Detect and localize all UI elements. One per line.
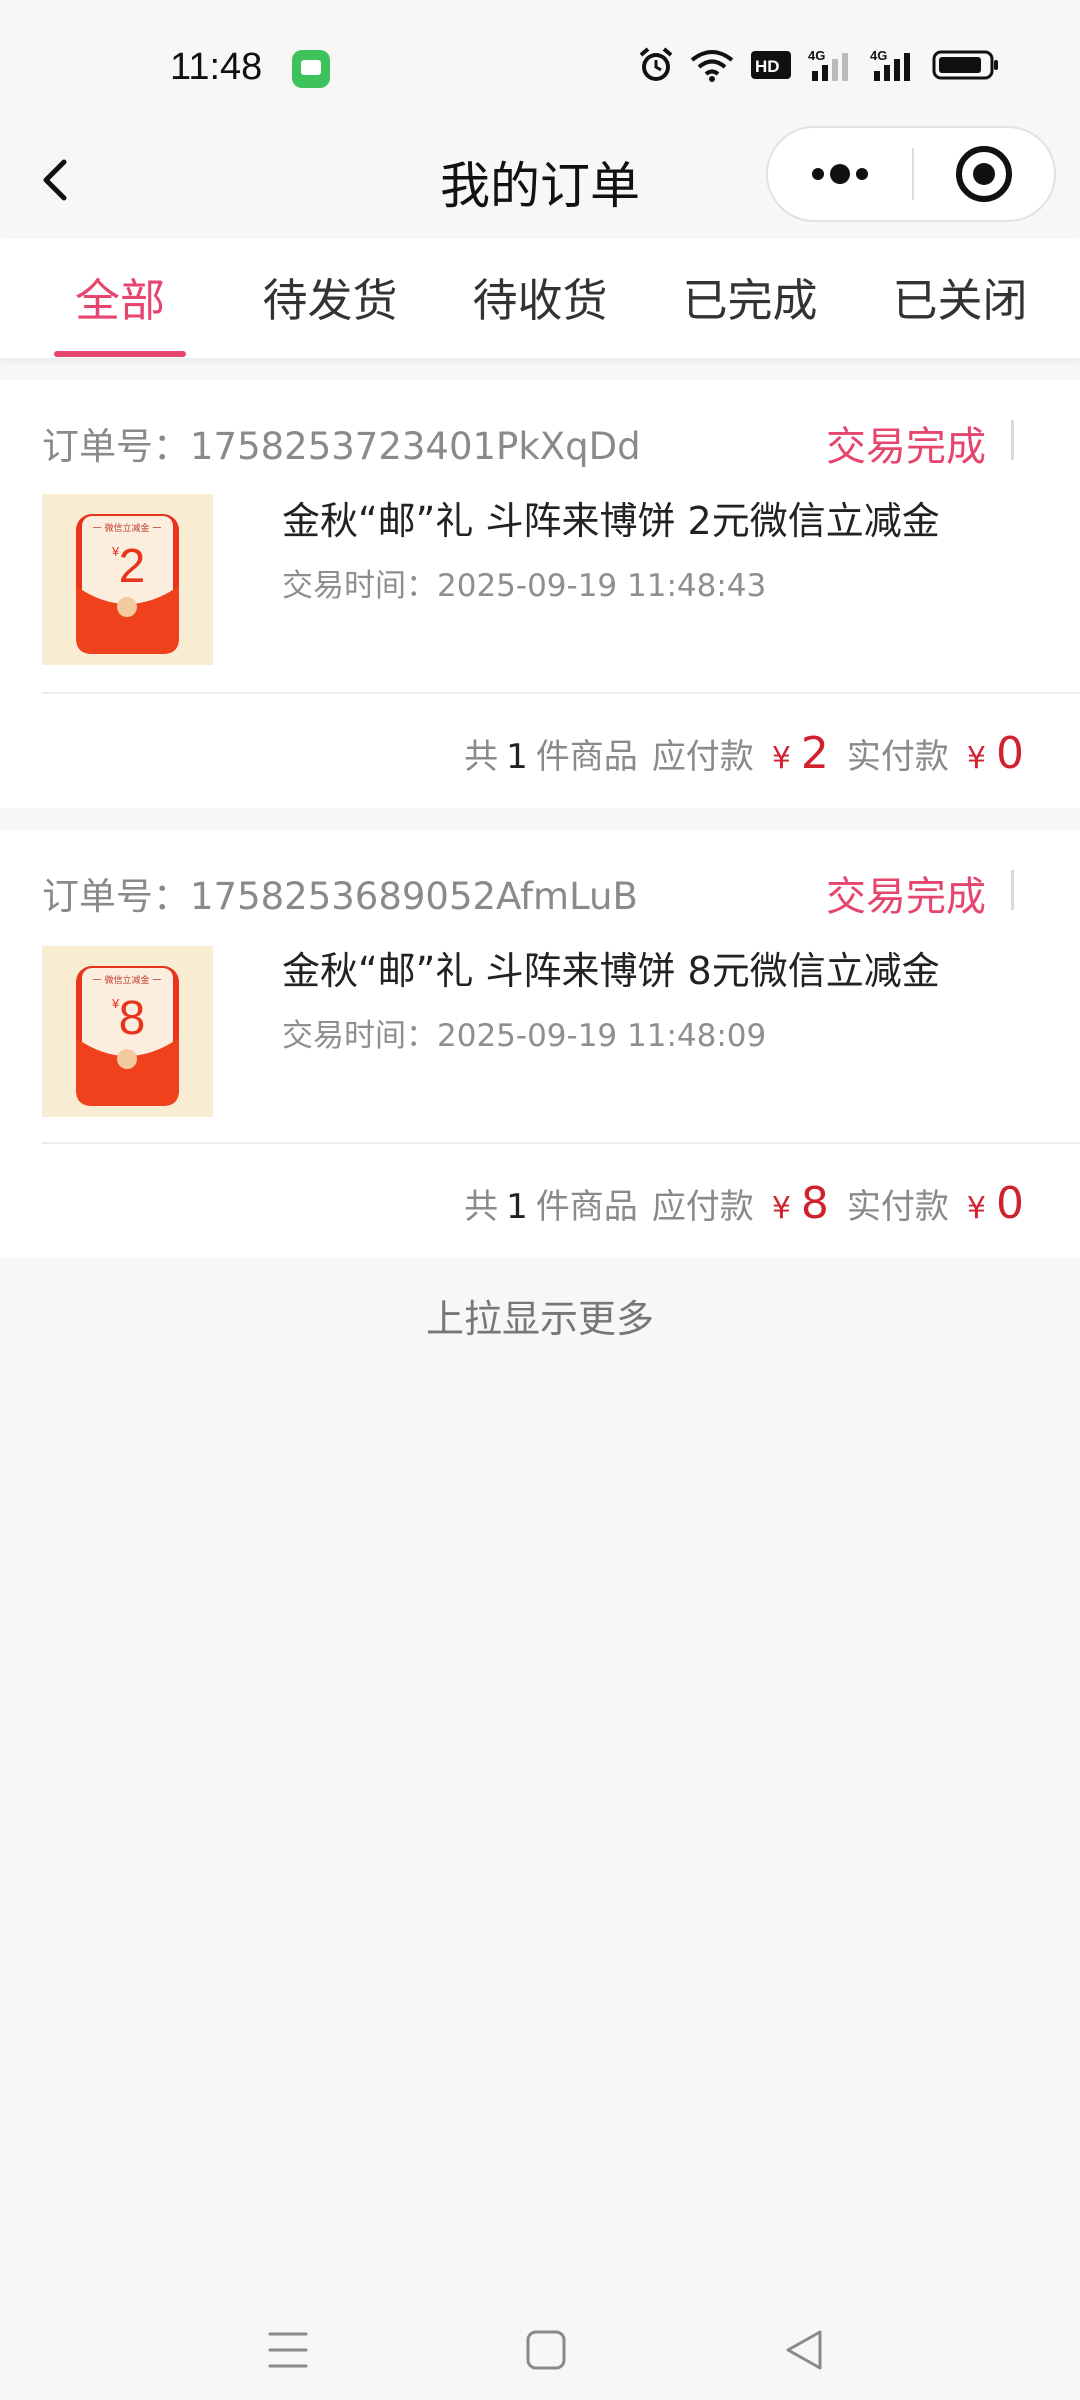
signal-4g-icon: 4G [870, 47, 916, 87]
tab-pending-receipt[interactable]: 待收货 [455, 238, 625, 358]
count-prefix: 共 [464, 1187, 499, 1227]
order-status: 交易完成 [826, 424, 986, 470]
paid-label: 实付款 [846, 737, 949, 777]
product-thumbnail: 一 微信立减金 一 ¥ 8 [42, 946, 213, 1117]
hd-icon: HD [750, 50, 792, 84]
paid-amount: 0 [996, 1178, 1024, 1229]
order-time-label: 交易时间： [282, 568, 437, 604]
tab-completed[interactable]: 已完成 [665, 238, 835, 358]
order-number-label: 订单号： [42, 875, 190, 918]
order-card[interactable]: 订单号：1758253723401PkXqDd 交易完成 一 微信立减金 一 ¥… [0, 380, 1080, 808]
svg-text:一 微信立减金 一: 一 微信立减金 一 [93, 974, 162, 986]
battery-icon [932, 49, 1000, 85]
order-card[interactable]: 订单号：1758253689052AfmLuB 交易完成 一 微信立减金 一 ¥… [0, 830, 1080, 1258]
order-number: 订单号：1758253689052AfmLuB [42, 866, 638, 920]
paid-amount: 0 [996, 728, 1024, 779]
message-app-icon [292, 50, 330, 88]
target-close-icon [956, 146, 1012, 202]
svg-text:一 微信立减金 一: 一 微信立减金 一 [93, 522, 162, 534]
svg-text:2: 2 [119, 540, 146, 593]
order-time-value: 2025-09-19 11:48:43 [437, 568, 767, 604]
alarm-icon [638, 46, 674, 88]
load-more-hint: 上拉显示更多 [425, 1297, 654, 1341]
payable-label: 应付款 [651, 737, 754, 777]
status-icons: HD 4G 4G [638, 46, 1000, 88]
svg-text:8: 8 [119, 992, 146, 1045]
count-suffix: 件商品 [535, 1187, 638, 1227]
currency-symbol: ¥ [771, 741, 791, 776]
card-divider [42, 1142, 1080, 1144]
item-count: 1 [506, 737, 528, 777]
status-divider [1011, 870, 1014, 910]
card-divider [42, 692, 1080, 694]
product-title: 金秋“邮”礼 斗阵来博饼 8元微信立减金 [282, 949, 940, 993]
order-summary: 共 1 件商品 应付款 ¥ 8 实付款 ¥ 0 [464, 1178, 1024, 1229]
order-number-value: 1758253689052AfmLuB [190, 875, 638, 918]
tab-all[interactable]: 全部 [35, 238, 205, 358]
item-count: 1 [506, 1187, 528, 1227]
order-number-label: 订单号： [42, 425, 190, 468]
close-button[interactable] [914, 128, 1054, 220]
count-suffix: 件商品 [535, 737, 638, 777]
recent-apps-button[interactable] [248, 2310, 328, 2390]
svg-text:4G: 4G [870, 48, 887, 63]
payable-amount: 2 [800, 728, 829, 779]
paid-label: 实付款 [846, 1187, 949, 1227]
home-square-icon [526, 2330, 566, 2370]
active-tab-indicator [54, 351, 186, 357]
currency-symbol: ¥ [771, 1191, 791, 1226]
status-divider [1011, 420, 1014, 460]
svg-text:4G: 4G [808, 48, 825, 63]
tab-closed[interactable]: 已关闭 [875, 238, 1045, 358]
order-time-value: 2025-09-19 11:48:09 [437, 1018, 767, 1054]
wifi-icon [690, 48, 734, 86]
signal-4g-icon: 4G [808, 47, 854, 87]
currency-symbol: ¥ [966, 741, 986, 776]
currency-symbol: ¥ [966, 1191, 986, 1226]
product-title: 金秋“邮”礼 斗阵来博饼 2元微信立减金 [282, 499, 940, 543]
order-number-value: 1758253723401PkXqDd [190, 425, 641, 468]
order-tabs: 全部 待发货 待收货 已完成 已关闭 [0, 238, 1080, 358]
system-nav-bar [0, 2300, 1080, 2400]
order-time: 交易时间：2025-09-19 11:48:43 [282, 560, 766, 605]
order-time: 交易时间：2025-09-19 11:48:09 [282, 1010, 766, 1055]
status-bar: 11:48 HD 4G 4G [0, 0, 1080, 130]
more-dots-icon [812, 164, 868, 184]
home-button[interactable] [506, 2310, 586, 2390]
order-number: 订单号：1758253723401PkXqDd [42, 416, 641, 470]
back-triangle-icon [786, 2330, 822, 2370]
screen: 11:48 HD 4G 4G 我的订单 全部 待发货 待收货 已完成 已关闭 订… [0, 0, 1080, 2400]
product-thumbnail: 一 微信立减金 一 ¥ 2 [42, 494, 213, 665]
status-time: 11:48 [170, 46, 263, 88]
menu-icon [268, 2332, 308, 2368]
svg-text:HD: HD [755, 57, 780, 76]
order-time-label: 交易时间： [282, 1018, 437, 1054]
more-button[interactable] [768, 128, 912, 220]
mini-program-capsule [766, 126, 1056, 222]
payable-amount: 8 [800, 1178, 829, 1229]
count-prefix: 共 [464, 737, 499, 777]
payable-label: 应付款 [651, 1187, 754, 1227]
back-nav-button[interactable] [764, 2310, 844, 2390]
order-status: 交易完成 [826, 874, 986, 920]
order-summary: 共 1 件商品 应付款 ¥ 2 实付款 ¥ 0 [464, 728, 1024, 779]
tab-pending-shipment[interactable]: 待发货 [245, 238, 415, 358]
